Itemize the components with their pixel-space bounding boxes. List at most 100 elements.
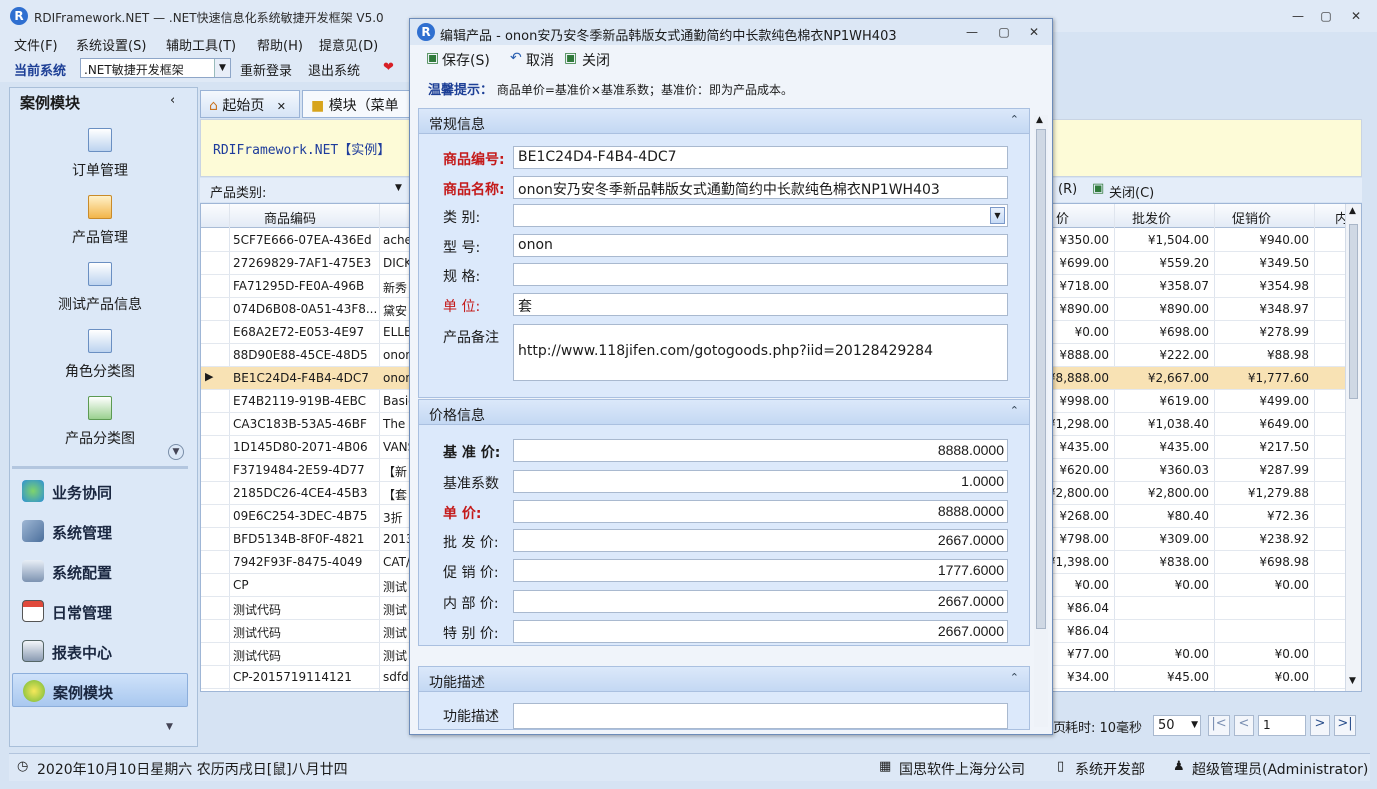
menu-system-settings[interactable]: 系统设置(S)	[76, 35, 146, 54]
col-price[interactable]: 价	[1056, 208, 1069, 227]
status-company: 国思软件上海分公司	[899, 762, 1025, 778]
refresh-button[interactable]: (R)	[1058, 182, 1077, 197]
wholesale-field[interactable]: 2667.0000	[513, 529, 1008, 552]
section-func-header[interactable]: 功能描述 ⌃	[418, 666, 1030, 692]
collapse-chevron-icon[interactable]: ⌃	[1010, 113, 1019, 126]
special-field[interactable]: 2667.0000	[513, 620, 1008, 643]
dialog-maximize-icon[interactable]: ▢	[996, 25, 1012, 39]
group-case-module[interactable]: 案例模块	[12, 673, 188, 707]
cell-code: CP	[233, 578, 249, 592]
collapse-chevron-icon[interactable]: ⌃	[1010, 404, 1019, 417]
nav-product-chart-label: 产品分类图	[65, 431, 135, 447]
dialog-title-bar[interactable]: R 编辑产品 - onon安乃安冬季新品韩版女式通勤简约中长款纯色棉衣NP1WH…	[410, 19, 1052, 45]
page-number-input[interactable]: 1	[1258, 715, 1306, 736]
minimize-icon[interactable]: —	[1290, 9, 1306, 23]
nav-product-chart[interactable]: 产品分类图	[10, 396, 190, 448]
model-field[interactable]: onon	[513, 234, 1008, 257]
promo-field[interactable]: 1777.6000	[513, 559, 1008, 582]
nav-product-management[interactable]: 产品管理	[10, 195, 190, 247]
last-page-button[interactable]: >|	[1334, 715, 1356, 736]
code-field[interactable]: BE1C24D4-F4B4-4DC7	[513, 146, 1008, 169]
dialog-close-icon[interactable]: ✕	[1026, 25, 1042, 39]
grid-vscroll[interactable]: ▲ ▼	[1345, 204, 1361, 691]
dialog-minimize-icon[interactable]: —	[964, 25, 980, 39]
group-system-management[interactable]: 系统管理	[12, 514, 188, 548]
left-panel-header: 案例模块 ‹	[10, 88, 197, 114]
nav-order-management[interactable]: 订单管理	[10, 128, 190, 180]
close-icon[interactable]: ✕	[1348, 9, 1364, 23]
menu-file[interactable]: 文件(F)	[14, 35, 58, 54]
exit-system-button[interactable]: 退出系统	[308, 60, 360, 79]
col-code[interactable]: 商品编码	[264, 208, 316, 227]
spec-field[interactable]	[513, 263, 1008, 286]
chevron-down-icon[interactable]: ▼	[214, 59, 230, 77]
group-system-config[interactable]: 系统配置	[12, 554, 188, 588]
collapse-chevron-icon[interactable]: ⌃	[1010, 671, 1019, 684]
menu-help[interactable]: 帮助(H)	[257, 35, 303, 54]
group-report-center[interactable]: 报表中心	[12, 634, 188, 668]
unit-price-field[interactable]: 8888.0000	[513, 500, 1008, 523]
unit-price-label: 单 价:	[443, 506, 482, 522]
current-system-select[interactable]: .NET敏捷开发框架 ▼	[80, 58, 231, 78]
scroll-up-icon[interactable]: ▲	[1036, 115, 1043, 125]
coef-field[interactable]: 1.0000	[513, 470, 1008, 493]
tab-start-page[interactable]: ⌂ 起始页 ✕	[200, 90, 300, 118]
cell-code: CA3C183B-53A5-46BF	[233, 417, 367, 431]
group-business-collab[interactable]: 业务协同	[12, 474, 188, 508]
relogin-button[interactable]: 重新登录	[240, 60, 292, 79]
name-field[interactable]: onon安乃安冬季新品韩版女式通勤简约中长款纯色棉衣NP1WH403	[513, 176, 1008, 199]
col-wholesale[interactable]: 批发价	[1132, 208, 1171, 227]
tab-close-icon[interactable]: ✕	[277, 100, 286, 113]
remark-label: 产品备注	[443, 330, 499, 346]
cancel-button[interactable]: 取消	[526, 50, 554, 70]
chevron-down-icon[interactable]: ▼	[1191, 720, 1198, 730]
section-general-header[interactable]: 常规信息 ⌃	[418, 108, 1030, 134]
chevron-down-icon[interactable]: ▼	[990, 207, 1005, 224]
col-promo[interactable]: 促销价	[1232, 208, 1271, 227]
func-textarea[interactable]	[513, 703, 1008, 729]
category-dropdown-icon[interactable]: ▼	[395, 183, 402, 193]
scroll-up-icon[interactable]: ▲	[1349, 206, 1356, 216]
cell-name: 测试	[383, 580, 408, 594]
close-button[interactable]: 关闭(C)	[1109, 182, 1154, 201]
next-page-button[interactable]: >	[1310, 715, 1330, 736]
cell-code: F3719484-2E59-4D77	[233, 463, 365, 477]
nav-test-product-info[interactable]: 测试产品信息	[10, 262, 190, 314]
category-select[interactable]: ▼	[513, 204, 1008, 227]
maximize-icon[interactable]: ▢	[1318, 9, 1334, 23]
group-label: 报表中心	[52, 644, 113, 662]
status-dept: 系统开发部	[1075, 762, 1145, 778]
overflow-chevron-icon[interactable]: ▼	[166, 722, 173, 732]
cell-code: BE1C24D4-F4B4-4DC7	[233, 371, 369, 385]
prev-page-button[interactable]: <	[1234, 715, 1254, 736]
scroll-down-icon[interactable]: ▼	[1349, 676, 1356, 686]
menu-feedback[interactable]: 提意见(D)	[319, 35, 378, 54]
tab-module-menu[interactable]: ■ 模块（菜单	[302, 90, 412, 118]
panel-splitter[interactable]	[12, 466, 188, 469]
dialog-title: 编辑产品 - onon安乃安冬季新品韩版女式通勤简约中长款纯色棉衣NP1WH40…	[440, 29, 897, 44]
name-label: 商品名称:	[443, 182, 505, 198]
first-page-button[interactable]: |<	[1208, 715, 1230, 736]
cell-code: FA71295D-FE0A-496B	[233, 279, 365, 293]
grid-scroll-thumb[interactable]	[1349, 224, 1358, 399]
page-size-select[interactable]: 50 ▼	[1153, 715, 1201, 736]
scroll-down-icon[interactable]: ▼	[168, 444, 184, 460]
collapse-chevron-icon[interactable]: ‹	[170, 93, 175, 108]
cell-code: 7942F93F-8475-4049	[233, 555, 363, 569]
cell-promo: ¥1,777.60	[1247, 371, 1309, 385]
heart-icon[interactable]: ❤	[383, 60, 394, 75]
unit-field[interactable]: 套	[513, 293, 1008, 316]
remark-textarea[interactable]: http://www.118jifen.com/gotogoods.php?ii…	[513, 324, 1008, 381]
dialog-vscroll[interactable]: ▲	[1034, 115, 1048, 727]
section-price-body: 基 准 价: 8888.0000 基准系数 1.0000 单 价: 8888.0…	[418, 425, 1030, 646]
save-button[interactable]: 保存(S)	[442, 50, 490, 70]
group-daily-management[interactable]: 日常管理	[12, 594, 188, 628]
base-price-field[interactable]: 8888.0000	[513, 439, 1008, 462]
section-price-header[interactable]: 价格信息 ⌃	[418, 399, 1030, 425]
status-date: 2020年10月10日星期六 农历丙戌日[鼠]八月廿四	[37, 762, 348, 778]
menu-tools[interactable]: 辅助工具(T)	[166, 35, 236, 54]
dialog-close-button[interactable]: 关闭	[582, 50, 610, 70]
internal-field[interactable]: 2667.0000	[513, 590, 1008, 613]
nav-role-chart[interactable]: 角色分类图	[10, 329, 190, 381]
dialog-scroll-thumb[interactable]	[1036, 129, 1046, 629]
